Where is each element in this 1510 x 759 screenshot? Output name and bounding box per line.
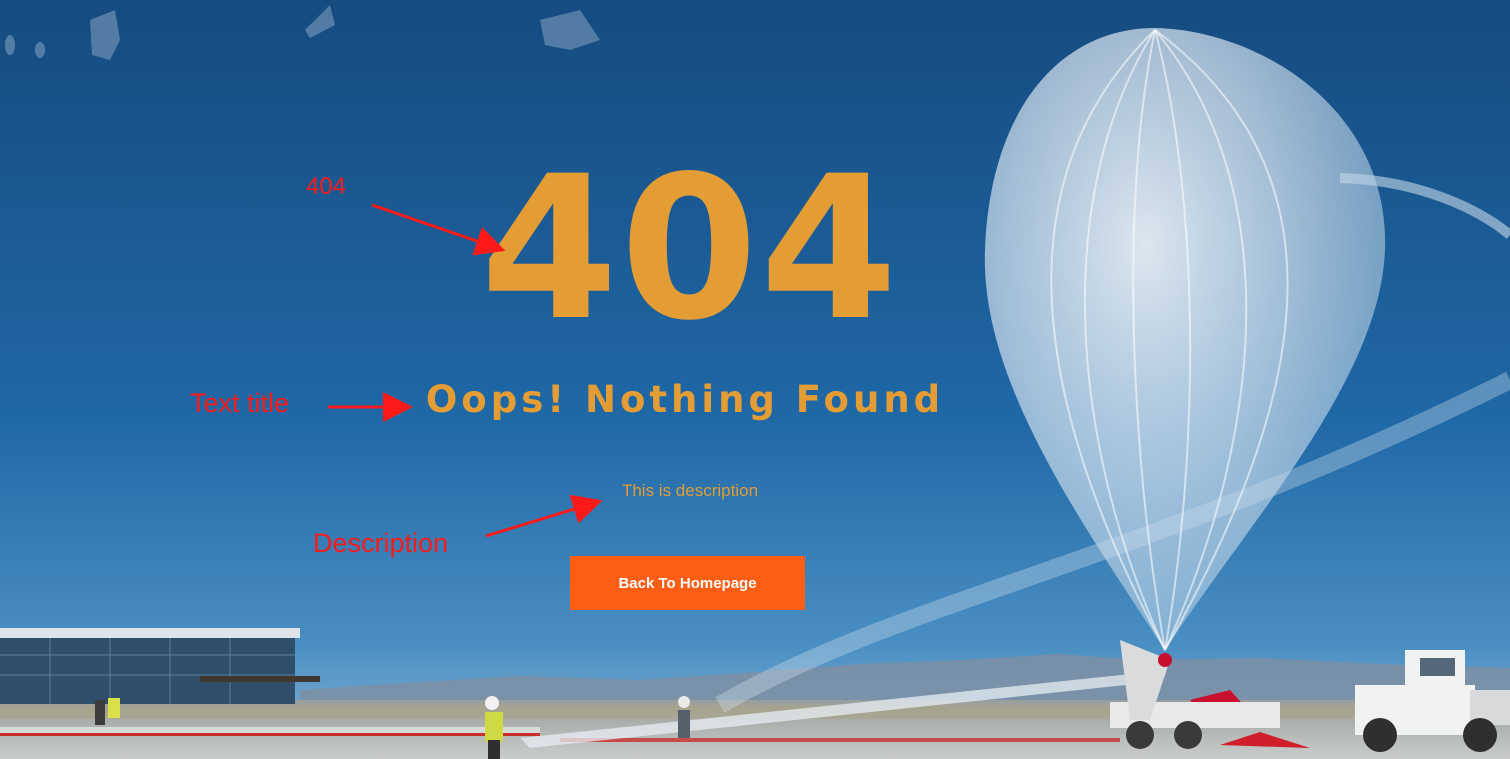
arrow-to-description-icon bbox=[485, 494, 603, 538]
arrow-to-code-icon bbox=[371, 203, 506, 256]
annotation-arrows bbox=[328, 203, 603, 538]
